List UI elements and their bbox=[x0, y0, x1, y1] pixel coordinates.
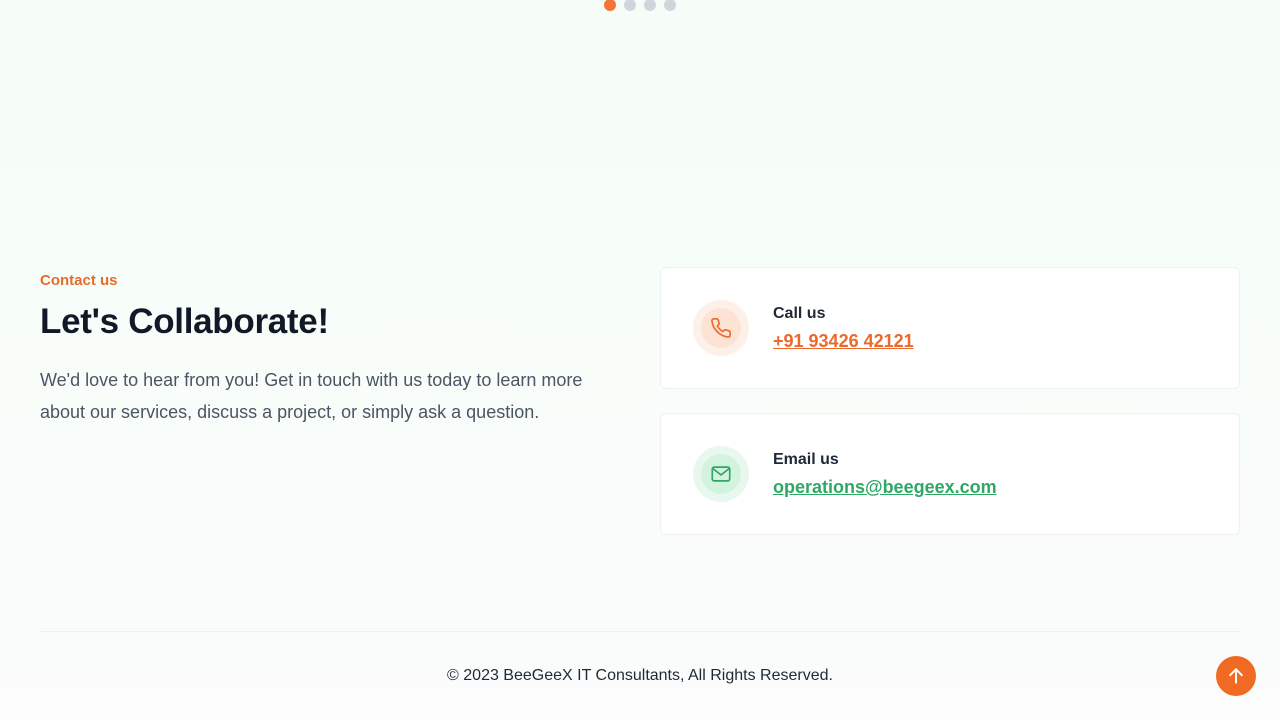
arrow-up-icon bbox=[1229, 668, 1243, 684]
email-label: Email us bbox=[773, 451, 839, 468]
footer-divider bbox=[40, 631, 1240, 632]
section-description: We'd love to hear from you! Get in touch… bbox=[40, 370, 583, 422]
phone-icon bbox=[711, 318, 731, 338]
phone-icon-badge bbox=[693, 300, 749, 356]
carousel-dot-2[interactable] bbox=[624, 0, 636, 11]
call-label: Call us bbox=[773, 305, 826, 322]
email-link[interactable]: operations@beegeex.com bbox=[773, 477, 997, 498]
phone-link[interactable]: +91 93426 42121 bbox=[773, 331, 914, 352]
contact-intro: Contact us Let's Collaborate! We'd love … bbox=[40, 272, 620, 428]
mail-icon bbox=[711, 466, 731, 482]
email-card: Email us operations@beegeex.com bbox=[660, 413, 1240, 535]
carousel-dots bbox=[604, 0, 676, 11]
section-eyebrow: Contact us bbox=[40, 272, 118, 289]
carousel-dot-1[interactable] bbox=[604, 0, 616, 11]
scroll-to-top-button[interactable] bbox=[1216, 656, 1256, 696]
footer-copyright: © 2023 BeeGeeX IT Consultants, All Right… bbox=[447, 667, 833, 684]
carousel-dot-3[interactable] bbox=[644, 0, 656, 11]
mail-icon-badge bbox=[693, 446, 749, 502]
call-card: Call us +91 93426 42121 bbox=[660, 267, 1240, 389]
section-heading: Let's Collaborate! bbox=[40, 302, 329, 341]
carousel-dot-4[interactable] bbox=[664, 0, 676, 11]
